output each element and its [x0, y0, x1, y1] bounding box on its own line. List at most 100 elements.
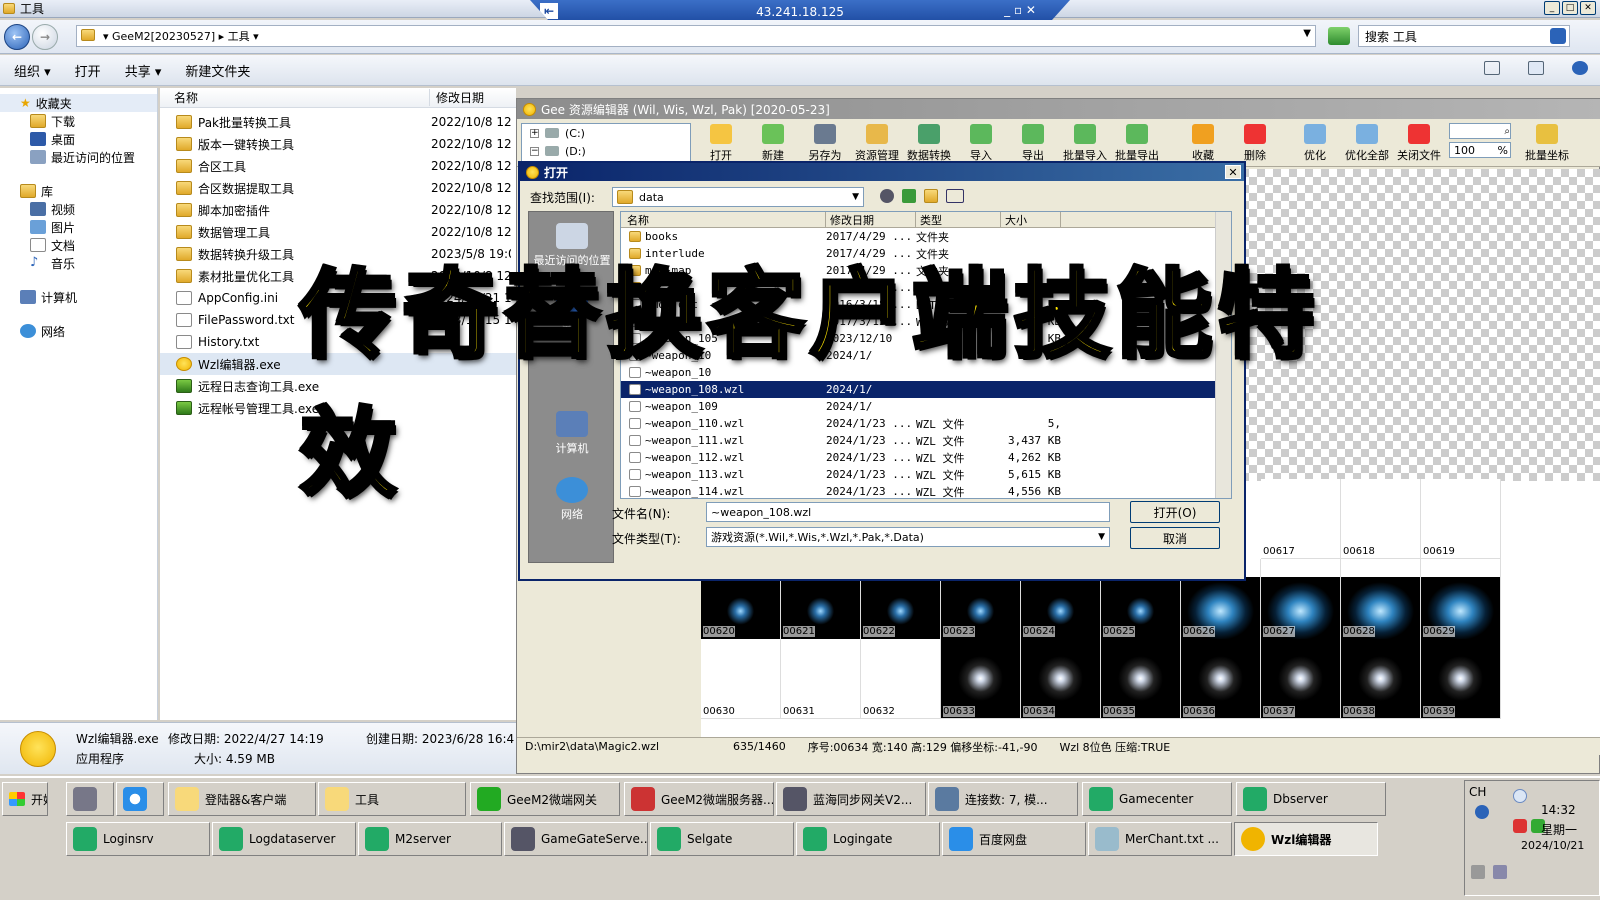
taskbar-item[interactable]: GeeM2微端服务器...: [624, 782, 774, 816]
refresh-icon[interactable]: [1328, 27, 1350, 45]
gee-tool-4[interactable]: 数据转换: [903, 120, 955, 166]
gee-tool-10[interactable]: 删除: [1229, 120, 1281, 166]
taskbar-item[interactable]: Logingate: [796, 822, 940, 856]
gee-tool-7[interactable]: 批量导入: [1059, 120, 1111, 166]
taskbar-item[interactable]: 蓝海同步网关V2...: [776, 782, 926, 816]
view-menu-icon[interactable]: [946, 189, 964, 203]
nav-network[interactable]: 网络: [0, 322, 157, 340]
organize-button[interactable]: 组织 ▾: [14, 61, 51, 80]
gee-tool-11[interactable]: 优化: [1289, 120, 1341, 166]
quicklaunch-server[interactable]: [66, 782, 114, 816]
view-icon[interactable]: [1484, 61, 1500, 75]
expand-icon[interactable]: −: [530, 146, 539, 156]
nav-item-downloads[interactable]: 下载: [0, 112, 157, 130]
gee-tool-1[interactable]: 新建: [747, 120, 799, 166]
search-input[interactable]: 搜索 工具: [1358, 25, 1570, 47]
nav-item-desktop[interactable]: 桌面: [0, 130, 157, 148]
new-folder-icon[interactable]: [924, 189, 938, 203]
thumbnail[interactable]: 00635: [1101, 639, 1181, 719]
gee-tool-0[interactable]: 打开: [695, 120, 747, 166]
gee-tool-12[interactable]: 优化全部: [1341, 120, 1393, 166]
open-button[interactable]: 打开: [75, 61, 101, 80]
zoom-input[interactable]: 100 %: [1449, 142, 1511, 158]
thumbnail[interactable]: 00629: [1421, 559, 1501, 639]
preview-pane-icon[interactable]: [1528, 61, 1544, 75]
column-date[interactable]: 修改日期: [430, 89, 514, 106]
taskbar-item[interactable]: GeeM2微端网关: [470, 782, 620, 816]
help-icon[interactable]: [1475, 805, 1489, 819]
thumbnail[interactable]: 00634: [1021, 639, 1101, 719]
file-row[interactable]: 脚本加密插件 2022/10/8 12: [160, 199, 516, 221]
gee-tool-9[interactable]: 收藏: [1177, 120, 1229, 166]
new-folder-button[interactable]: 新建文件夹: [185, 61, 250, 80]
start-button[interactable]: 开始: [2, 782, 48, 816]
dialog-column-type[interactable]: 类型: [916, 212, 1001, 228]
thumbnail[interactable]: 00639: [1421, 639, 1501, 719]
nav-item-music[interactable]: ♪ 音乐: [0, 254, 157, 272]
taskbar-item[interactable]: Selgate: [650, 822, 794, 856]
help-icon[interactable]: [1572, 61, 1588, 75]
gee-tool-6[interactable]: 导出: [1007, 120, 1059, 166]
nav-computer[interactable]: 计算机: [0, 288, 157, 306]
taskbar-item[interactable]: Logdataserver: [212, 822, 356, 856]
close-icon[interactable]: ✕: [1580, 1, 1596, 15]
drive-c[interactable]: + (C:): [522, 124, 690, 142]
taskbar-item[interactable]: Wzl编辑器: [1234, 822, 1378, 856]
breadcrumb[interactable]: ▾ GeeM2[20230527] ▸ 工具 ▾ ▼: [76, 25, 1316, 47]
gee-tool-2[interactable]: 另存为: [799, 120, 851, 166]
flag-icon[interactable]: [1471, 865, 1485, 879]
maximize-icon[interactable]: □: [1562, 1, 1578, 15]
taskbar-item[interactable]: GameGateServe...: [504, 822, 648, 856]
back-icon[interactable]: [880, 189, 894, 203]
taskbar-item[interactable]: MerChant.txt ...: [1088, 822, 1232, 856]
search-icon[interactable]: [1550, 28, 1566, 44]
back-button[interactable]: ←: [4, 24, 30, 50]
thumbnail[interactable]: 00627: [1261, 559, 1341, 639]
nav-favorites[interactable]: ★ 收藏夹: [0, 94, 157, 112]
gee-tool-14[interactable]: 批量坐标: [1521, 120, 1573, 166]
nav-libraries[interactable]: 库: [0, 182, 157, 200]
taskbar-item[interactable]: 工具: [318, 782, 466, 816]
nav-item-recent[interactable]: 最近访问的位置: [0, 148, 157, 166]
zoom-search-input[interactable]: ⌕: [1449, 123, 1511, 139]
remote-window-controls-icon[interactable]: _ ▫ ✕: [1004, 3, 1036, 17]
taskbar-item[interactable]: 连接数: 7, 模...: [928, 782, 1078, 816]
dialog-close-button[interactable]: ✕: [1225, 165, 1241, 179]
dialog-titlebar[interactable]: 打开 ✕: [520, 163, 1244, 181]
drive-d[interactable]: − (D:): [522, 142, 690, 160]
thumbnail[interactable]: 00638: [1341, 639, 1421, 719]
thumbnail[interactable]: 00636: [1181, 639, 1261, 719]
column-name[interactable]: 名称: [160, 89, 430, 106]
file-row[interactable]: 合区数据提取工具 2022/10/8 12: [160, 177, 516, 199]
chevron-down-icon[interactable]: ▼: [1098, 532, 1109, 542]
nav-item-videos[interactable]: 视频: [0, 200, 157, 218]
security-icon[interactable]: [1513, 819, 1527, 833]
expand-icon[interactable]: +: [530, 128, 539, 138]
nav-item-pictures[interactable]: 图片: [0, 218, 157, 236]
thumbnail[interactable]: 00637: [1261, 639, 1341, 719]
up-folder-icon[interactable]: [902, 189, 916, 203]
thumbnail[interactable]: 00632: [861, 639, 941, 719]
taskbar-item[interactable]: M2server: [358, 822, 502, 856]
dialog-column-size[interactable]: 大小: [1001, 212, 1061, 228]
thumbnail[interactable]: 00628: [1341, 559, 1421, 639]
gee-tool-5[interactable]: 导入: [955, 120, 1007, 166]
minimize-icon[interactable]: _: [1544, 1, 1560, 15]
lookin-select[interactable]: data ▼: [612, 187, 864, 207]
taskbar-item[interactable]: Dbserver: [1236, 782, 1386, 816]
gee-titlebar[interactable]: Gee 资源编辑器 (Wil, Wis, Wzl, Pak) [2020-05-…: [517, 99, 1600, 119]
dialog-column-date[interactable]: 修改日期: [826, 212, 916, 228]
taskbar-item[interactable]: 登陆器&客户端: [168, 782, 316, 816]
clock-time[interactable]: 14:32: [1541, 803, 1576, 817]
chevron-down-icon[interactable]: ▼: [1303, 28, 1311, 39]
gee-tool-8[interactable]: 批量导出: [1111, 120, 1163, 166]
taskbar-item[interactable]: 百度网盘: [942, 822, 1086, 856]
share-button[interactable]: 共享 ▾: [125, 61, 162, 80]
chevron-down-icon[interactable]: ▼: [852, 192, 863, 202]
file-row[interactable]: 版本一键转换工具 2022/10/8 12: [160, 133, 516, 155]
taskbar-item[interactable]: Gamecenter: [1082, 782, 1232, 816]
taskbar-item[interactable]: Loginsrv: [66, 822, 210, 856]
language-indicator[interactable]: CH: [1469, 785, 1486, 799]
gee-tool-13[interactable]: 关闭文件: [1393, 120, 1445, 166]
dialog-column-name[interactable]: 名称: [621, 212, 826, 228]
